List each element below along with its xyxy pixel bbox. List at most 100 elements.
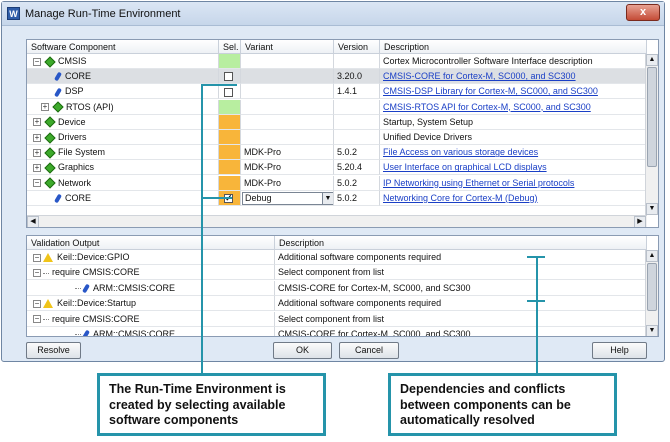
expand-icon[interactable]: + xyxy=(33,118,41,127)
component-row[interactable]: − Network MDK-Pro 5.0.2 IP Networking using … xyxy=(27,175,647,191)
component-row[interactable]: + RTOS (API) CMSIS-RTOS API for Cortex-M, … xyxy=(27,99,647,115)
collapse-icon[interactable]: − xyxy=(33,315,41,324)
expand-icon[interactable]: + xyxy=(33,148,41,157)
component-class-icon xyxy=(44,131,56,144)
component-row[interactable]: DSP 1.4.1 CMSIS-DSP Library for Cortex-M, … xyxy=(27,84,647,100)
collapse-icon[interactable]: − xyxy=(33,57,41,66)
description-text: Startup, System Setup xyxy=(383,116,474,127)
component-row[interactable]: + Drivers Unified Device Drivers xyxy=(27,130,647,145)
scroll-down-icon[interactable]: ▼ xyxy=(646,325,658,336)
component-name-cell: + Drivers xyxy=(27,130,219,145)
component-name-cell: CORE xyxy=(27,69,219,85)
component-row[interactable]: + File System MDK-Pro 5.0.2 File Access on v… xyxy=(27,145,647,161)
components-vertical-scrollbar[interactable]: ▲ ▼ xyxy=(645,54,658,215)
scroll-thumb[interactable] xyxy=(647,263,657,311)
description-link[interactable]: CMSIS-CORE for Cortex-M, SC000, and SC30… xyxy=(383,71,576,81)
version-cell: 1.4.1 xyxy=(334,84,380,100)
version-cell xyxy=(334,130,380,145)
description-link[interactable]: CMSIS-RTOS API for Cortex-M, SC000, and … xyxy=(383,102,591,112)
scroll-down-icon[interactable]: ▼ xyxy=(646,203,658,215)
component-class-icon xyxy=(52,101,64,113)
version-cell: 5.20.4 xyxy=(334,160,380,176)
collapse-icon[interactable]: − xyxy=(33,299,41,308)
component-row[interactable]: CORE✓Debug▼5.0.2Networking Core for Cort… xyxy=(27,190,647,206)
tree-connector xyxy=(75,287,81,289)
select-checkbox[interactable] xyxy=(224,72,233,82)
collapse-icon[interactable]: − xyxy=(33,253,41,262)
validation-row[interactable]: ARM::CMSIS:CORE CMSIS-CORE for Cortex-M, … xyxy=(27,327,647,336)
component-row[interactable]: + Device Startup, System Setup xyxy=(27,114,647,130)
callout-dependencies: Dependencies and conflicts between compo… xyxy=(388,373,617,436)
help-button[interactable]: Help xyxy=(592,342,647,359)
validation-row[interactable]: − Keil::Device:GPIO Additional software co… xyxy=(27,250,647,265)
description-cell: CMSIS-CORE for Cortex-M, SC000, and SC30… xyxy=(380,69,647,85)
sel-cell xyxy=(219,114,241,130)
scroll-thumb[interactable] xyxy=(647,67,657,167)
variant-select[interactable]: Debug ▼ xyxy=(242,191,333,205)
resolve-button[interactable]: Resolve xyxy=(26,342,81,359)
components-horizontal-scrollbar[interactable]: ◀ ▶ xyxy=(27,215,647,227)
chevron-down-icon[interactable]: ▼ xyxy=(322,192,333,204)
sel-cell xyxy=(219,99,241,115)
col-header-validation[interactable]: Validation Output xyxy=(27,236,275,250)
expand-icon[interactable]: + xyxy=(33,133,41,142)
component-name-cell: + Graphics xyxy=(27,160,219,176)
col-header-version[interactable]: Version xyxy=(334,40,380,54)
component-row[interactable]: − CMSIS Cortex Microcontroller Software In… xyxy=(27,54,647,69)
validation-row[interactable]: ARM::CMSIS:CORE CMSIS-CORE for Cortex-M, … xyxy=(27,280,647,296)
component-name-cell: − Network xyxy=(27,175,219,191)
col-header-sel[interactable]: Sel. xyxy=(219,40,241,54)
variant-cell xyxy=(241,54,334,69)
description-link[interactable]: Networking Core for Cortex-M (Debug) xyxy=(383,193,538,203)
sel-cell xyxy=(219,130,241,145)
col-header-description[interactable]: Description xyxy=(380,40,647,54)
scroll-up-icon[interactable]: ▲ xyxy=(646,54,658,66)
col-header-variant[interactable]: Variant xyxy=(241,40,334,54)
component-row[interactable]: CORE 3.20.0 CMSIS-CORE for Cortex-M, SC000… xyxy=(27,69,647,85)
validation-row[interactable]: − require CMSIS:CORE Select component from… xyxy=(27,265,647,281)
left-callout-pointer-mid xyxy=(201,197,232,199)
validation-vertical-scrollbar[interactable]: ▲ ▼ xyxy=(645,250,658,336)
validation-item-label: Keil::Device:GPIO xyxy=(57,252,130,262)
scroll-right-icon[interactable]: ▶ xyxy=(634,216,646,227)
component-pin-icon xyxy=(54,87,62,97)
description-cell: IP Networking using Ethernet or Serial p… xyxy=(380,175,647,191)
right-callout-pointer-top xyxy=(527,256,545,258)
validation-row[interactable]: − Keil::Device:Startup Additional software… xyxy=(27,296,647,312)
component-class-icon xyxy=(44,162,56,174)
scroll-up-icon[interactable]: ▲ xyxy=(646,250,658,262)
ok-button[interactable]: OK xyxy=(273,342,332,359)
validation-description-cell: Select component from list xyxy=(275,265,647,281)
component-name: Device xyxy=(58,116,86,127)
select-checkbox[interactable] xyxy=(224,87,233,97)
description-link[interactable]: CMSIS-DSP Library for Cortex-M, SC000, a… xyxy=(383,86,598,96)
variant-cell xyxy=(241,84,334,100)
validation-row[interactable]: − require CMSIS:CORE Select component from… xyxy=(27,311,647,327)
scroll-left-icon[interactable]: ◀ xyxy=(27,216,39,227)
collapse-icon[interactable]: − xyxy=(33,179,41,188)
description-link[interactable]: IP Networking using Ethernet or Serial p… xyxy=(383,178,574,188)
component-row[interactable]: + Graphics MDK-Pro 5.20.4 User Interface on … xyxy=(27,160,647,176)
right-callout-pointer xyxy=(536,256,538,374)
description-cell: User Interface on graphical LCD displays xyxy=(380,160,647,176)
description-cell: CMSIS-RTOS API for Cortex-M, SC000, and … xyxy=(380,99,647,115)
description-link[interactable]: User Interface on graphical LCD displays xyxy=(383,162,547,172)
variant-select-value: Debug xyxy=(245,192,272,203)
component-name: File System xyxy=(58,147,106,158)
component-class-icon xyxy=(44,55,56,68)
expand-icon[interactable]: + xyxy=(33,164,41,173)
expand-icon[interactable]: + xyxy=(41,103,49,112)
description-cell: Unified Device Drivers xyxy=(380,130,647,145)
collapse-icon[interactable]: − xyxy=(33,269,41,278)
cancel-button[interactable]: Cancel xyxy=(339,342,399,359)
description-text: Cortex Microcontroller Software Interfac… xyxy=(383,56,593,66)
component-class-icon xyxy=(44,147,56,159)
window-title: Manage Run-Time Environment xyxy=(25,8,181,20)
validation-item-label: Keil::Device:Startup xyxy=(57,298,137,309)
validation-output-table: Validation Output Description −Keil::Dev… xyxy=(26,235,659,337)
col-header-component[interactable]: Software Component xyxy=(27,40,219,54)
col-header-val-description[interactable]: Description xyxy=(275,236,647,250)
description-link[interactable]: File Access on various storage devices xyxy=(383,147,538,157)
validation-description-cell: Additional software components required xyxy=(275,250,647,265)
close-button[interactable]: x xyxy=(626,4,660,21)
